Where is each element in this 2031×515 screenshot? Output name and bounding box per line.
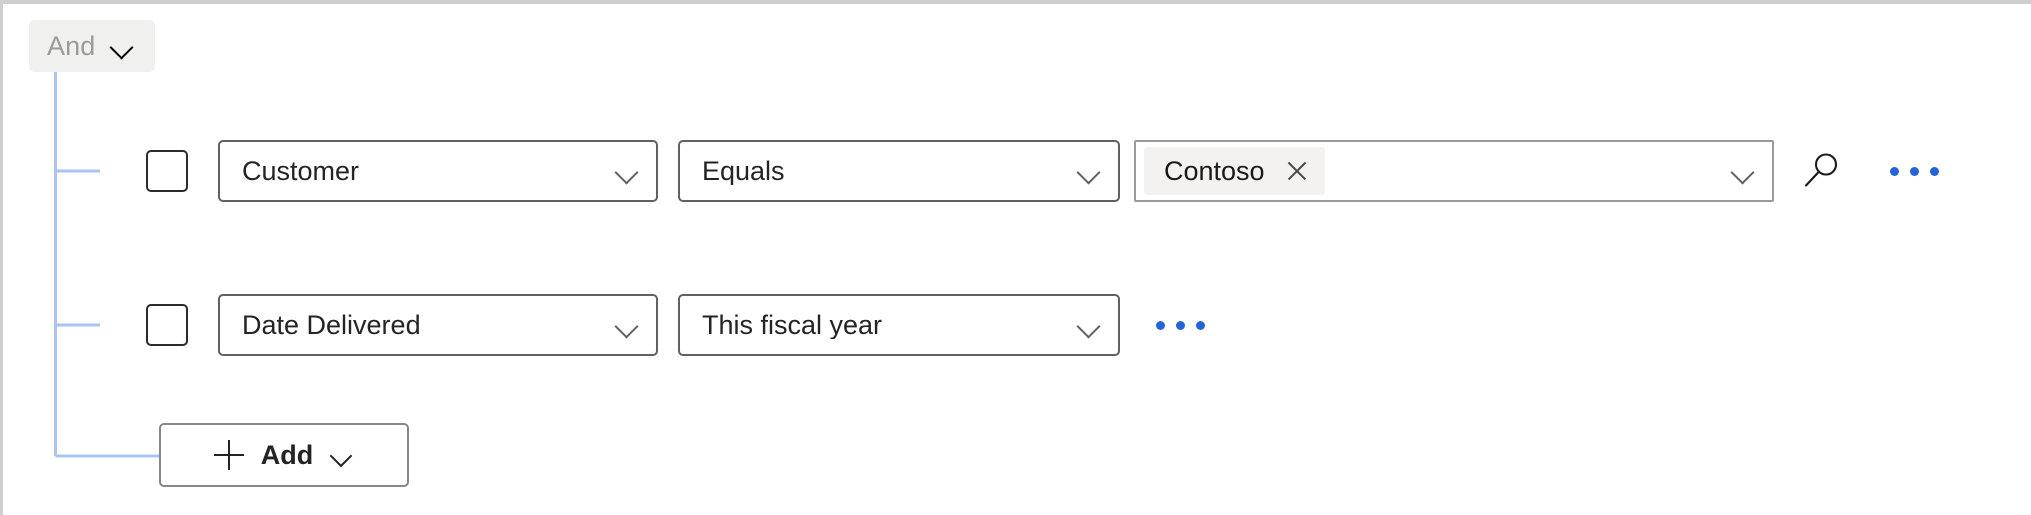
group-operator-dropdown[interactable]: And: [29, 20, 155, 72]
operator-dropdown[interactable]: This fiscal year: [678, 294, 1120, 356]
ellipsis-icon: [1156, 320, 1165, 330]
add-button[interactable]: Add: [159, 423, 409, 487]
value-tag-label: Contoso: [1164, 155, 1265, 186]
ellipsis-icon: [1196, 320, 1205, 330]
operator-dropdown-value: This fiscal year: [702, 311, 883, 339]
field-dropdown-value: Customer: [242, 157, 360, 185]
operator-dropdown[interactable]: Equals: [678, 140, 1120, 202]
group-operator-label: And: [47, 30, 96, 61]
chevron-down-icon: [109, 33, 135, 59]
table-row: Date Delivered This fiscal year: [146, 294, 1215, 356]
ellipsis-icon: [1176, 320, 1185, 330]
row-overflow-menu[interactable]: [1146, 305, 1215, 345]
chevron-down-icon: [1076, 158, 1102, 184]
row-overflow-menu[interactable]: [1880, 151, 1949, 191]
chevron-down-icon: [614, 158, 640, 184]
chevron-down-icon: [1730, 158, 1756, 184]
operator-dropdown-value: Equals: [702, 157, 785, 185]
chevron-down-icon: [614, 312, 640, 338]
value-tag[interactable]: Contoso: [1144, 147, 1325, 195]
row-select-checkbox[interactable]: [146, 150, 188, 192]
chevron-down-icon: [330, 443, 354, 467]
close-icon[interactable]: [1285, 159, 1309, 183]
table-row: Customer Equals Contoso: [146, 140, 1949, 202]
row-select-checkbox[interactable]: [146, 304, 188, 346]
field-dropdown[interactable]: Customer: [218, 140, 658, 202]
search-icon: [1804, 153, 1838, 187]
lookup-search-button[interactable]: [1796, 145, 1848, 197]
ellipsis-icon: [1930, 166, 1939, 176]
filter-condition-builder: And Customer Equals Contoso Date Deliver…: [0, 0, 2031, 515]
ellipsis-icon: [1890, 166, 1899, 176]
field-dropdown[interactable]: Date Delivered: [218, 294, 658, 356]
chevron-down-icon: [1076, 312, 1102, 338]
plus-icon: [213, 440, 244, 470]
field-dropdown-value: Date Delivered: [242, 311, 421, 339]
ellipsis-icon: [1910, 166, 1919, 176]
value-combobox[interactable]: Contoso: [1134, 140, 1774, 202]
add-button-label: Add: [260, 439, 314, 470]
